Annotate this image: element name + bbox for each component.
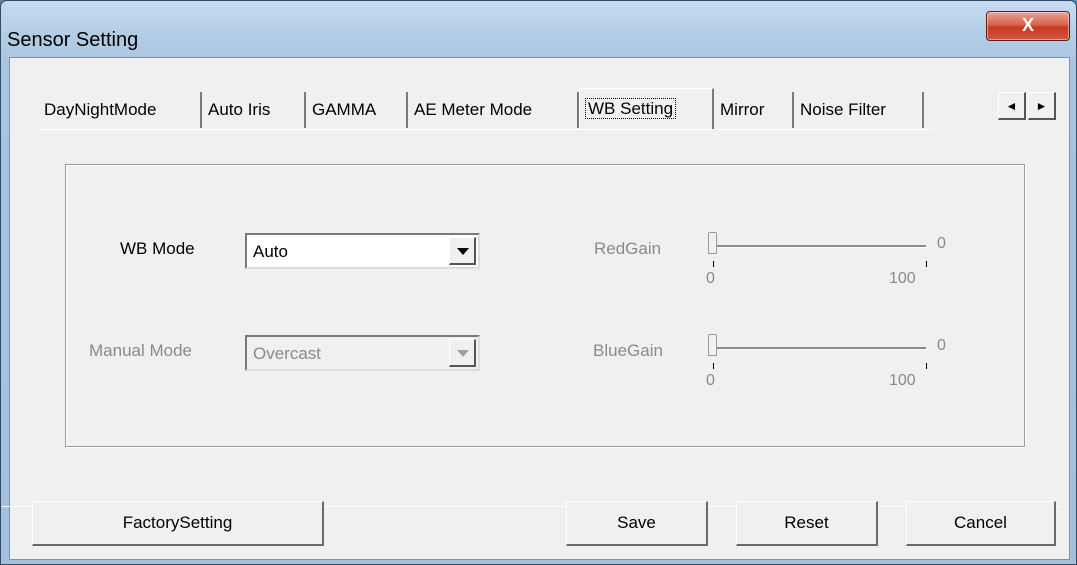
slider-tick-max: [926, 261, 927, 267]
tab-scroll-left-icon[interactable]: ◄: [998, 92, 1026, 120]
manual-mode-label: Manual Mode: [89, 341, 193, 360]
slider-tick-min: [713, 261, 714, 267]
reset-button[interactable]: Reset: [736, 501, 878, 546]
tab-label: DayNightMode: [44, 100, 157, 119]
chevron-down-icon[interactable]: [449, 339, 476, 367]
tab-ae-meter-mode[interactable]: AE Meter Mode: [408, 92, 579, 128]
wb-mode-select[interactable]: Auto: [245, 233, 480, 269]
tab-scroll-arrows: ◄ ►: [998, 92, 1060, 122]
slider-min-label: 0: [706, 372, 715, 389]
tab-label: WB Setting: [584, 98, 677, 119]
slider-value: 0: [937, 337, 946, 354]
tab-auto-iris[interactable]: Auto Iris: [202, 92, 306, 128]
slider-track: [714, 245, 926, 248]
slider-thumb[interactable]: [708, 334, 717, 356]
tab-wb-setting[interactable]: WB Setting: [579, 88, 714, 130]
tab-strip: DayNightMode Auto Iris GAMMA AE Meter Mo…: [10, 58, 1069, 138]
red-gain-label: RedGain: [594, 239, 662, 258]
slider-tick-max: [926, 363, 927, 369]
wb-settings-group: WB Mode Auto Manual Mode Overcast RedGai…: [65, 164, 1025, 447]
tab-scroll-right-icon[interactable]: ►: [1028, 92, 1056, 120]
window-title: Sensor Setting: [7, 29, 139, 51]
slider-value: 0: [937, 235, 946, 252]
tab-daynightmode[interactable]: DayNightMode: [38, 92, 202, 128]
manual-mode-value: Overcast: [253, 344, 322, 363]
tab-gamma[interactable]: GAMMA: [306, 92, 408, 128]
slider-tick-min: [713, 363, 714, 369]
tab-label: GAMMA: [312, 100, 377, 119]
sensor-setting-window: Sensor Setting X DayNightMode Auto Iris …: [0, 0, 1077, 565]
red-gain-slider[interactable]: 0 100 0: [706, 232, 946, 302]
close-button[interactable]: X: [986, 11, 1070, 41]
cancel-button[interactable]: Cancel: [906, 501, 1056, 546]
wb-mode-value: Auto: [253, 242, 288, 261]
slider-min-label: 0: [706, 270, 715, 287]
tab-label: Auto Iris: [208, 100, 271, 119]
blue-gain-label: BlueGain: [593, 341, 663, 360]
blue-gain-slider[interactable]: 0 100 0: [706, 334, 946, 404]
save-button[interactable]: Save: [566, 501, 708, 546]
tab-noise-filter[interactable]: Noise Filter: [794, 92, 924, 128]
tab-baseline: [38, 129, 933, 130]
dialog-client-area: DayNightMode Auto Iris GAMMA AE Meter Mo…: [2, 57, 1070, 560]
tab-label: Mirror: [720, 100, 765, 119]
manual-mode-select[interactable]: Overcast: [245, 335, 480, 371]
tab-label: AE Meter Mode: [414, 100, 533, 119]
chevron-down-icon[interactable]: [449, 237, 476, 265]
factory-setting-button[interactable]: FactorySetting: [32, 501, 324, 546]
slider-track: [714, 347, 926, 350]
slider-thumb[interactable]: [708, 232, 717, 254]
title-bar[interactable]: Sensor Setting X: [1, 1, 1076, 57]
tab-label: Noise Filter: [800, 100, 886, 119]
slider-max-label: 100: [889, 372, 916, 389]
wb-mode-label: WB Mode: [120, 239, 195, 258]
slider-max-label: 100: [889, 270, 916, 287]
tab-mirror[interactable]: Mirror: [714, 92, 794, 128]
